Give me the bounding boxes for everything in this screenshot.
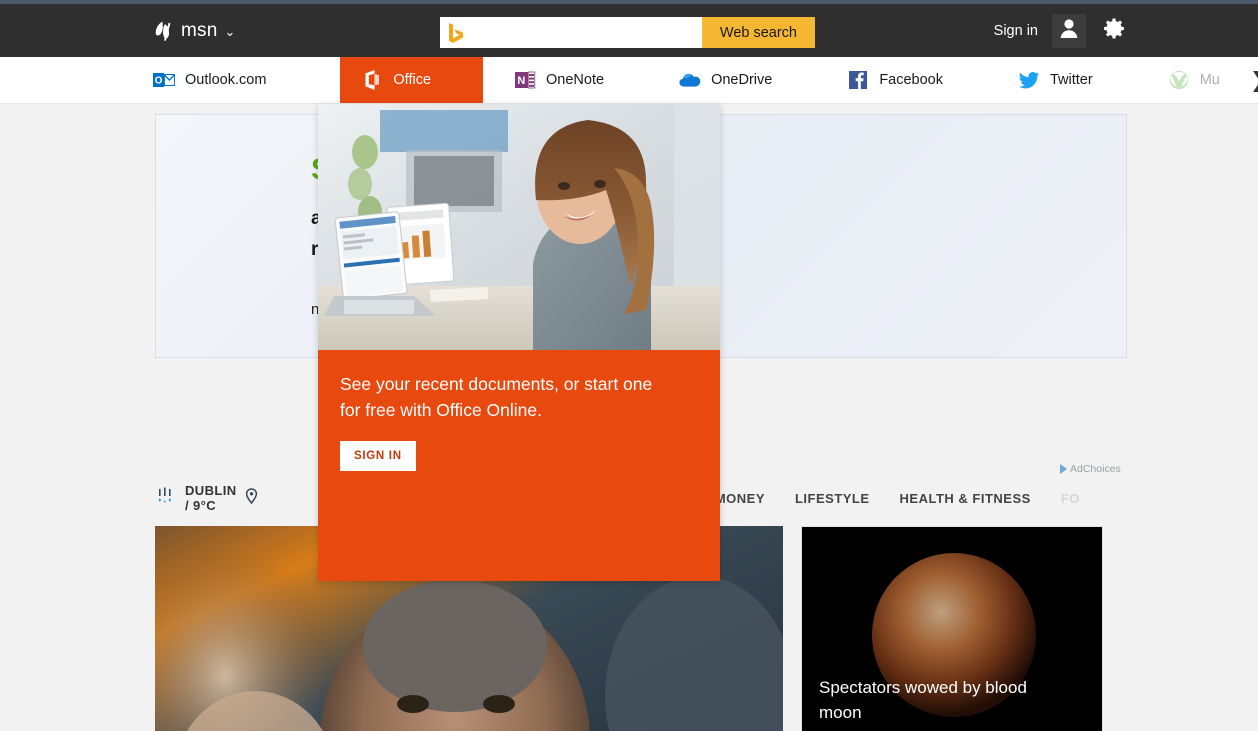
bing-icon [447, 22, 465, 44]
chevron-down-icon[interactable]: ⌄ [225, 25, 236, 38]
app-nav-item-onedrive[interactable]: OneDrive [678, 57, 794, 103]
page-right-gutter [1127, 104, 1258, 731]
adchoices-link[interactable]: AdChoices [1060, 463, 1121, 475]
category-health-fitness[interactable]: HEALTH & FITNESS [900, 491, 1031, 506]
office-flyout-panel[interactable]: See your recent documents, or start one … [318, 104, 720, 581]
office-icon [360, 68, 384, 92]
weather-widget[interactable]: DUBLIN / 9°C [155, 483, 278, 513]
avatar[interactable] [1052, 13, 1086, 48]
app-nav-label: OneNote [546, 72, 605, 88]
app-nav-label: OneDrive [711, 72, 773, 88]
weather-location-temp: DUBLIN / 9°C [185, 483, 237, 513]
app-nav-item-twitter[interactable]: Twitter [1017, 57, 1115, 103]
facebook-icon [846, 68, 870, 92]
app-nav-item-xbox-music[interactable]: Mu [1167, 57, 1242, 103]
app-nav-item-outlook[interactable]: O Outlook.com [152, 57, 288, 103]
settings-button[interactable] [1100, 17, 1128, 45]
header-actions: Sign in [994, 4, 1128, 57]
site-header: msn ⌄ Web search Sign in [0, 4, 1258, 57]
msn-brand-label: msn [181, 19, 218, 41]
app-nav-label: Facebook [879, 72, 943, 88]
xbox-music-icon [1167, 68, 1191, 92]
adchoices-label: AdChoices [1070, 463, 1121, 475]
article-tile-moon[interactable]: Spectators wowed by blood moon [801, 526, 1103, 731]
category-food[interactable]: FO [1061, 491, 1080, 506]
weather-rain-icon [155, 485, 177, 512]
location-pin-icon[interactable] [245, 487, 258, 509]
app-nav-label: Office [393, 72, 432, 88]
search-input[interactable] [465, 17, 702, 48]
web-search-button[interactable]: Web search [701, 17, 815, 48]
app-nav-item-onenote[interactable]: N OneNote [513, 57, 626, 103]
app-nav-item-facebook[interactable]: Facebook [846, 57, 965, 103]
category-lifestyle[interactable]: LIFESTYLE [795, 491, 870, 506]
msn-brand-logo[interactable]: msn ⌄ [152, 4, 235, 57]
category-next-button[interactable]: ❯ [1124, 486, 1141, 511]
search-input-wrap[interactable] [440, 17, 702, 48]
office-flyout-text: See your recent documents, or start one … [340, 374, 653, 420]
onenote-icon: N [513, 68, 537, 92]
svg-text:O: O [155, 76, 163, 87]
sign-in-link[interactable]: Sign in [994, 23, 1038, 39]
office-flyout-image [318, 104, 720, 350]
app-nav-label: Mu [1199, 72, 1220, 88]
outlook-icon: O [152, 68, 176, 92]
page-content: S ping home with? and destination for ri… [0, 104, 1258, 731]
app-nav-next-button[interactable]: ❯ [1242, 57, 1258, 103]
twitter-icon [1017, 68, 1041, 92]
app-nav-items: O Outlook.com Office N OneNote OneDrive … [152, 57, 1258, 103]
person-icon [1058, 17, 1080, 44]
office-flyout-body: See your recent documents, or start one … [318, 350, 720, 471]
app-nav-item-office[interactable]: Office [340, 57, 484, 103]
office-sign-in-button[interactable]: SIGN IN [340, 441, 416, 471]
onedrive-icon [678, 68, 702, 92]
gear-icon [1102, 16, 1127, 46]
category-money[interactable]: MONEY [715, 491, 765, 506]
search-bar[interactable]: Web search [440, 17, 815, 48]
svg-text:N: N [517, 75, 525, 87]
app-nav-label: Twitter [1050, 72, 1093, 88]
app-nav-label: Outlook.com [185, 72, 267, 88]
adchoices-icon [1060, 464, 1067, 474]
app-nav-bar: O Outlook.com Office N OneNote OneDrive … [0, 57, 1258, 104]
article-title-moon: Spectators wowed by blood moon [819, 678, 1027, 722]
msn-butterfly-icon [152, 19, 174, 43]
